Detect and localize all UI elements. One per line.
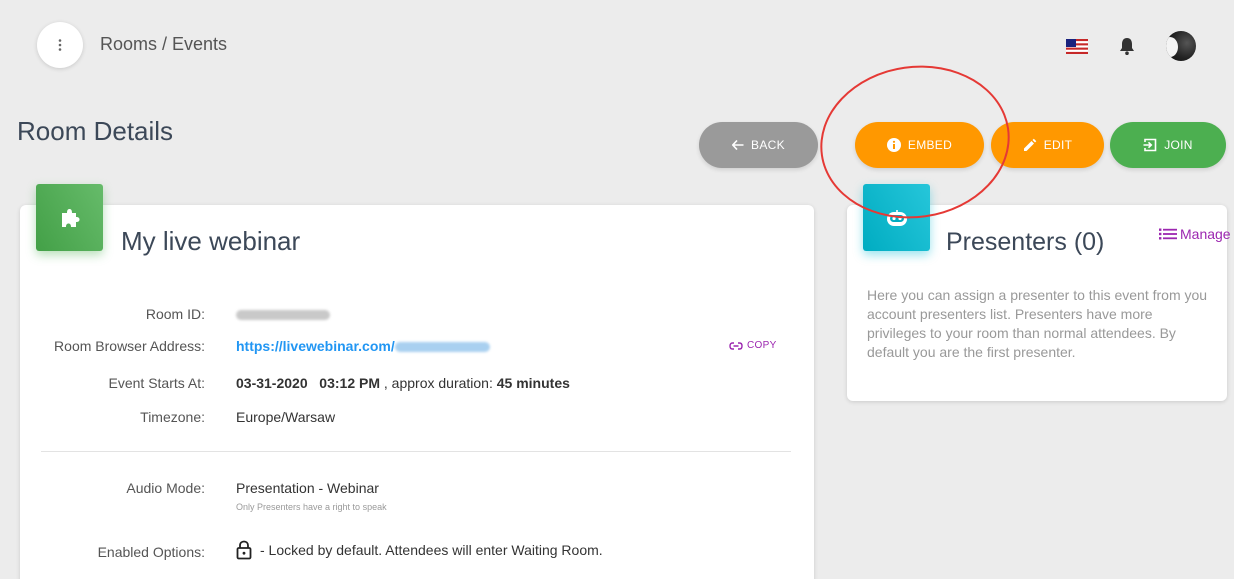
room-badge <box>36 184 103 251</box>
manage-label: Manage <box>1180 226 1231 242</box>
audio-mode-label: Audio Mode: <box>126 480 205 496</box>
pencil-icon <box>1023 138 1037 151</box>
audio-mode-note: Only Presenters have a right to speak <box>236 502 387 512</box>
notifications-button[interactable] <box>1118 36 1136 56</box>
presenters-badge <box>863 184 930 251</box>
audio-mode-value: Presentation - Webinar <box>236 480 379 496</box>
address-value[interactable]: https://livewebinar.com/ <box>236 338 490 354</box>
edit-label: EDIT <box>1043 138 1073 152</box>
copy-label: COPY <box>747 340 777 351</box>
event-starts-value: 03-31-2020 03:12 PM , approx duration: 4… <box>236 375 570 391</box>
us-flag-icon <box>1066 38 1088 54</box>
embed-button[interactable]: EMBED <box>855 122 984 168</box>
room-id-label: Room ID: <box>145 306 205 322</box>
login-icon <box>1143 138 1157 152</box>
room-name: My live webinar <box>121 226 301 256</box>
address-link[interactable]: https://livewebinar.com/ <box>236 338 395 354</box>
event-duration: 45 minutes <box>496 375 570 391</box>
edit-button[interactable]: EDIT <box>991 122 1104 168</box>
page-title: Room Details <box>17 116 174 146</box>
more-vert-icon <box>58 39 62 51</box>
manage-presenters-link[interactable]: Manage <box>1159 226 1231 242</box>
join-label: JOIN <box>1164 138 1193 152</box>
info-icon <box>886 138 901 152</box>
menu-button[interactable] <box>37 22 83 68</box>
event-duration-label: , approx duration: <box>383 375 493 391</box>
divider <box>41 451 791 452</box>
top-icons <box>1066 31 1196 61</box>
timezone-value: Europe/Warsaw <box>236 409 336 425</box>
redacted-room-path <box>394 342 490 353</box>
arrow-left-icon <box>732 140 744 150</box>
back-button[interactable]: BACK <box>699 122 818 168</box>
puzzle-icon <box>61 208 79 227</box>
avatar[interactable] <box>1166 31 1196 61</box>
enabled-options-label: Enabled Options: <box>97 544 205 560</box>
robot-icon <box>886 209 907 226</box>
address-label: Room Browser Address: <box>54 338 205 354</box>
room-details-card <box>20 205 814 579</box>
list-icon <box>1159 228 1177 240</box>
lock-icon <box>236 540 252 560</box>
link-icon <box>729 341 743 350</box>
redacted-room-id <box>236 310 330 321</box>
timezone-label: Timezone: <box>140 409 205 425</box>
event-starts-label: Event Starts At: <box>108 375 206 391</box>
room-id-value <box>236 306 330 322</box>
event-time: 03:12 PM <box>319 375 380 391</box>
bell-icon <box>1120 38 1134 55</box>
copy-button[interactable]: COPY <box>729 340 777 351</box>
top-navbar: Rooms / Events <box>0 0 1234 92</box>
event-date: 03-31-2020 <box>236 375 308 391</box>
back-label: BACK <box>751 138 785 152</box>
breadcrumb: Rooms / Events <box>100 34 228 54</box>
enabled-options-value: - Locked by default. Attendees will ente… <box>236 540 603 560</box>
embed-label: EMBED <box>907 138 953 152</box>
presenters-title: Presenters (0) <box>946 228 1105 256</box>
presenters-description: Here you can assign a presenter to this … <box>867 287 1208 360</box>
join-button[interactable]: JOIN <box>1110 122 1226 168</box>
enabled-options-text: - Locked by default. Attendees will ente… <box>260 542 603 558</box>
language-button[interactable] <box>1066 38 1088 54</box>
